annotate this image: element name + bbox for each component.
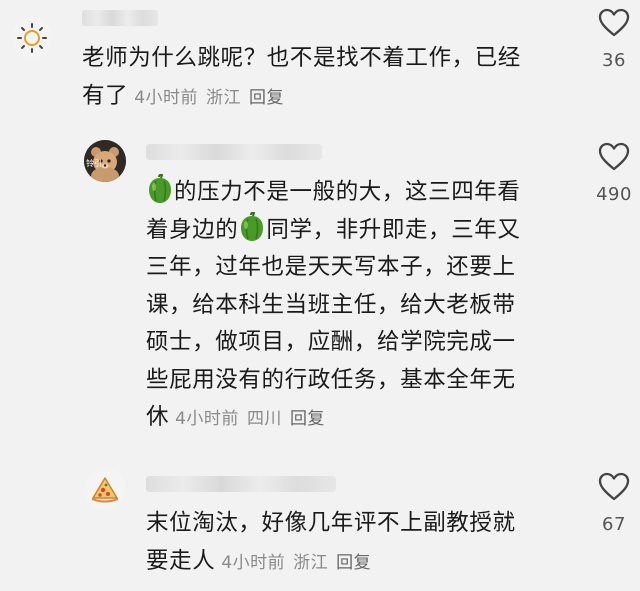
comment-list: 老师为什么跳呢？也不是找不着工作，已经 有了 4小时前 浙江 回复 36 铃引 … [0, 0, 640, 591]
comment-text: 老师为什么跳呢？也不是找不着工作，已经 有了 4小时前 浙江 回复 [82, 40, 582, 117]
comment-text: 的压力不是一般的大，这三四年看 着身边的 同学，非升即走，三年又 三年，过年也是… [146, 174, 586, 439]
comment-line-text: 的压力不是一般的大，这三四年看 [174, 179, 521, 205]
comment-line-text: 着身边的 [146, 216, 239, 243]
heart-outline-icon[interactable] [598, 8, 630, 38]
comment-line-end: 要走人 [146, 547, 216, 574]
comment-line: 休 4小时前 四川 回复 [146, 399, 586, 439]
comment-line: 课，给本科生当班主任，给大老板带 [146, 291, 516, 318]
reply-link[interactable]: 回复 [249, 88, 284, 108]
green-pepper-emoji [149, 174, 171, 203]
like-control[interactable]: 490 [584, 142, 640, 205]
username-blurred[interactable] [146, 144, 322, 160]
comment-item: 老师为什么跳呢？也不是找不着工作，已经 有了 4小时前 浙江 回复 36 [0, 0, 640, 130]
comment-line: 硕士，做项目，应酬，给学院完成一 [146, 329, 516, 355]
like-control[interactable]: 67 [584, 472, 640, 535]
reply-comment-item: 铃引 的压力不是一般的大，这三四年看 着身边的 同学，非升即走，三年又 三年，过… [0, 130, 640, 460]
comment-line: 的压力不是一般的大，这三四年看 [146, 174, 586, 212]
comment-meta: 4小时前 浙江 回复 [134, 88, 292, 108]
sun-avatar-icon[interactable] [12, 18, 52, 58]
comment-line: 着身边的 同学，非升即走，三年又 [146, 211, 586, 250]
avatar-overlay-text: 铃引 [86, 159, 102, 168]
comment-meta: 4小时前 四川 回复 [175, 409, 333, 429]
comment-line: 些屁用没有的行政任务，基本全年无 [146, 366, 516, 393]
location: 浙江 [293, 552, 329, 573]
like-control[interactable]: 36 [584, 8, 640, 71]
comment-line-end: 有了 [82, 82, 129, 109]
location: 浙江 [206, 87, 242, 108]
like-count: 490 [596, 184, 632, 205]
reply-link[interactable]: 回复 [336, 553, 371, 573]
comment-line: 老师为什么跳呢？也不是找不着工作，已经 [82, 45, 521, 71]
comment-line-end: 休 [146, 404, 170, 430]
comment-text: 末位淘汰，好像几年评不上副教授就 要走人 4小时前 浙江 回复 [146, 505, 586, 582]
timestamp: 4小时前 [134, 87, 199, 108]
reply-link[interactable]: 回复 [290, 409, 325, 429]
location: 四川 [246, 409, 282, 429]
heart-outline-icon[interactable] [598, 472, 630, 502]
username-blurred[interactable] [82, 10, 158, 26]
teddy-bear-avatar[interactable]: 铃引 [84, 140, 126, 182]
timestamp: 4小时前 [221, 552, 286, 573]
comment-line: 末位淘汰，好像几年评不上副教授就 [146, 510, 516, 536]
pizza-avatar-icon[interactable] [84, 468, 126, 510]
comment-line-text: 同学，非升即走，三年又 [266, 216, 521, 243]
comment-line: 三年，过年也是天天写本子，还要上 [146, 254, 516, 280]
green-pepper-emoji [241, 211, 264, 241]
reply-comment-item: 末位淘汰，好像几年评不上副教授就 要走人 4小时前 浙江 回复 67 [0, 460, 640, 591]
like-count: 36 [602, 50, 626, 71]
username-blurred[interactable] [146, 476, 336, 492]
like-count: 67 [602, 514, 626, 535]
comment-line: 要走人 4小时前 浙江 回复 [146, 543, 586, 583]
timestamp: 4小时前 [175, 409, 239, 429]
heart-outline-icon[interactable] [598, 142, 630, 172]
comment-meta: 4小时前 浙江 回复 [221, 553, 379, 573]
comment-line: 有了 4小时前 浙江 回复 [82, 78, 582, 118]
